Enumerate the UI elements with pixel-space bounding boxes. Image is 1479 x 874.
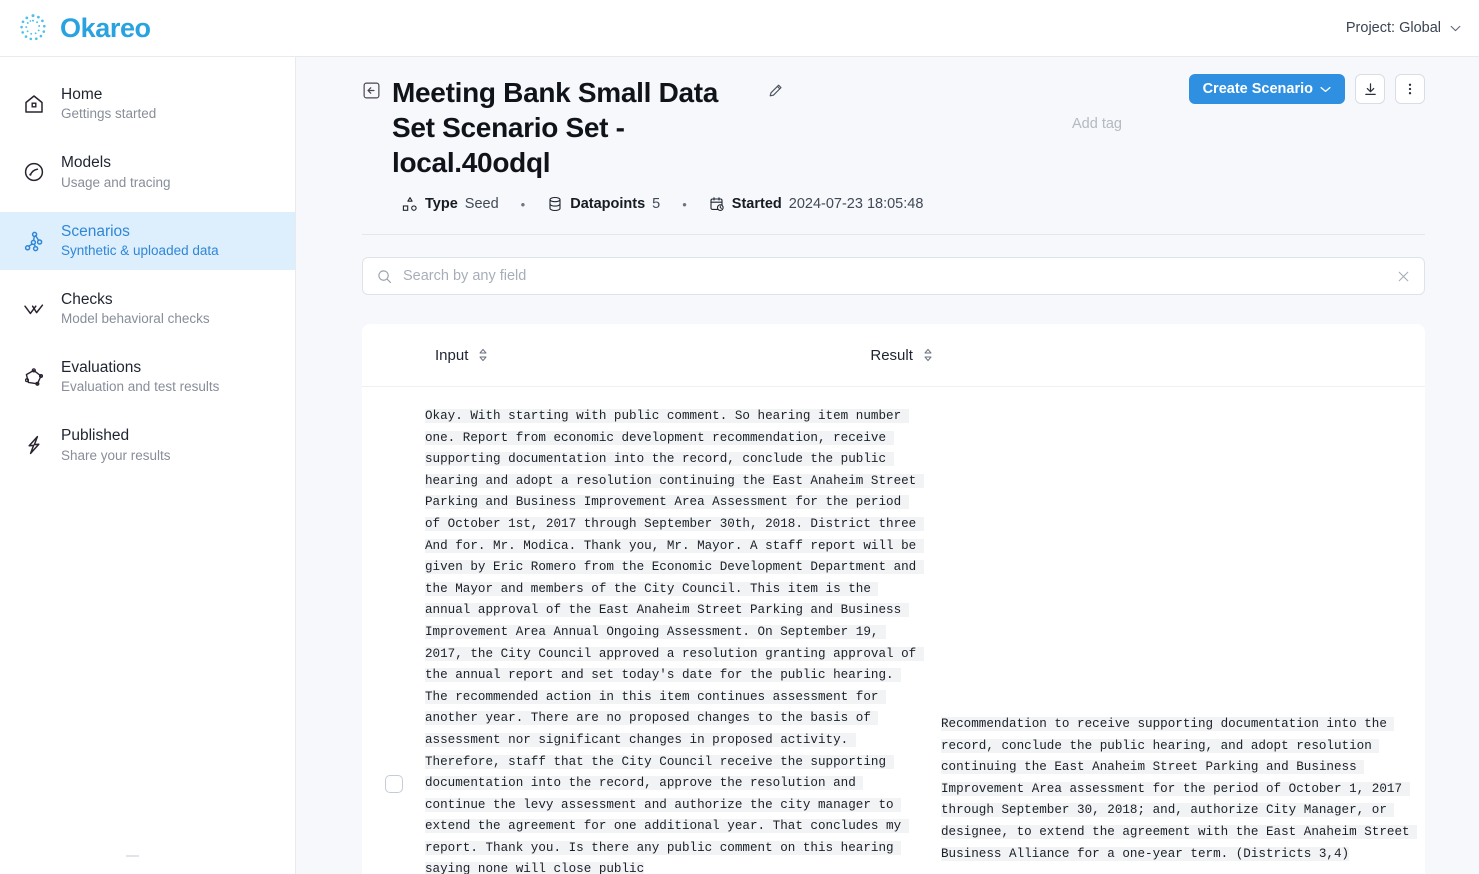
- search-icon: [378, 269, 392, 283]
- sidebar-item-checks-label: Checks: [61, 290, 113, 308]
- sidebar-item-scenarios[interactable]: Scenarios Synthetic & uploaded data: [0, 211, 295, 270]
- sidebar-item-evaluations[interactable]: Evaluations Evaluation and test results: [0, 348, 295, 406]
- column-header-input-label: Input: [435, 346, 469, 364]
- more-options-button[interactable]: [1395, 74, 1425, 104]
- cell-input-text: Okay. With starting with public comment.…: [425, 409, 924, 874]
- meta-separator: •: [520, 196, 526, 212]
- sidebar-item-published-sublabel: Share your results: [61, 447, 171, 463]
- collapse-left-icon: [363, 82, 380, 99]
- sidebar-item-checks-sublabel: Model behavioral checks: [61, 311, 210, 327]
- sidebar-item-scenarios-sublabel: Synthetic & uploaded data: [61, 242, 219, 258]
- meta-type-key: Type: [425, 196, 458, 212]
- sidebar-item-evaluations-label: Evaluations: [61, 359, 142, 376]
- search-section: [296, 235, 1479, 295]
- meta-type-value: Seed: [464, 196, 499, 212]
- chevron-down-icon: [1450, 25, 1461, 31]
- sort-updown-icon: [479, 348, 487, 362]
- column-header-input[interactable]: Input: [435, 347, 488, 364]
- sidebar-item-models-sublabel: Usage and tracing: [61, 174, 171, 190]
- search-input[interactable]: [403, 268, 1397, 284]
- double-check-icon: [24, 304, 44, 315]
- sidebar-item-checks[interactable]: Checks Model behavioral checks: [0, 280, 295, 338]
- meta-started: Started 2024-07-23 18:05:48: [709, 196, 924, 212]
- create-scenario-button[interactable]: Create Scenario: [1188, 74, 1345, 104]
- meta-datapoints-value: 5: [652, 196, 661, 212]
- cell-result-text: Recommendation to receive supporting doc…: [941, 717, 1418, 861]
- cell-input: Okay. With starting with public comment.…: [425, 401, 924, 874]
- meta-started-key: Started: [731, 196, 782, 212]
- collapse-sidebar-button[interactable]: [363, 82, 380, 99]
- sort-updown-icon: [924, 348, 932, 362]
- sidebar-item-home-label: Home: [61, 86, 103, 103]
- okareo-dot-ring-logo-icon: [20, 14, 46, 41]
- download-icon: [1364, 82, 1376, 95]
- column-header-result[interactable]: Result: [870, 347, 933, 364]
- page-title: Meeting Bank Small Data Set Scenario Set…: [392, 77, 719, 178]
- calendar-clock-icon: [710, 197, 724, 211]
- brand-logo[interactable]: Okareo: [16, 11, 151, 45]
- app-root: Okareo Project: Global Home Gettings sta…: [0, 0, 1479, 874]
- search-box[interactable]: [362, 257, 1425, 295]
- column-header-result-label: Result: [870, 346, 913, 364]
- scenarios-graph-icon: [24, 231, 43, 251]
- sidebar-item-published-label: Published: [61, 427, 130, 445]
- sidebar-item-home-sublabel: Gettings started: [61, 106, 157, 122]
- main-content: Create Scenario Meeting Bank Small Data …: [296, 57, 1479, 874]
- project-selector[interactable]: Project: Global: [1346, 20, 1461, 36]
- header-actions: Create Scenario: [1188, 74, 1425, 104]
- more-vertical-icon: [1408, 83, 1412, 95]
- sidebar-item-models[interactable]: Models Usage and tracing: [0, 143, 295, 201]
- meta-type: Type Seed: [402, 196, 499, 212]
- sidebar-item-models-label: Models: [61, 154, 111, 172]
- scenario-meta: Type Seed • Datapoints 5 • Started 2024-…: [402, 196, 1425, 212]
- type-shapes-icon: [402, 197, 417, 211]
- sidebar-item-evaluations-sublabel: Evaluation and test results: [61, 379, 220, 395]
- datapoints-table-card: Input Result Okay. With starting with pu…: [362, 324, 1425, 874]
- lightning-icon: [28, 436, 40, 455]
- cell-result: Recommendation to receive supporting doc…: [941, 401, 1441, 874]
- sidebar: Home Gettings started Models Usage and t…: [0, 57, 296, 874]
- column-gap: [923, 401, 941, 874]
- database-icon: [549, 196, 561, 212]
- close-x-icon[interactable]: [1397, 270, 1410, 283]
- meta-datapoints: Datapoints 5: [547, 196, 660, 212]
- sidebar-item-home[interactable]: Home Gettings started: [0, 75, 295, 133]
- download-button[interactable]: [1355, 74, 1385, 104]
- sidebar-item-published[interactable]: Published Share your results: [0, 416, 295, 474]
- table-header-row: Input Result: [362, 324, 1425, 387]
- create-scenario-label: Create Scenario: [1202, 81, 1313, 97]
- table-row: Okay. With starting with public comment.…: [362, 387, 1425, 874]
- top-bar: Okareo Project: Global: [0, 0, 1479, 57]
- evaluations-node-icon: [24, 368, 44, 386]
- add-tag-button[interactable]: Add tag: [1072, 116, 1122, 132]
- meta-datapoints-key: Datapoints: [570, 196, 646, 212]
- chevron-down-icon: [1320, 86, 1331, 92]
- meta-separator: •: [682, 196, 687, 212]
- meta-started-value: 2024-07-23 18:05:48: [788, 196, 924, 212]
- edit-pencil-icon[interactable]: [768, 82, 784, 98]
- sidebar-item-scenarios-label: Scenarios: [61, 222, 130, 240]
- render-artifact-a: [126, 855, 139, 857]
- home-icon: [25, 95, 43, 113]
- project-selector-label: Project: Global: [1345, 20, 1441, 36]
- row-select-checkbox[interactable]: [384, 775, 403, 793]
- brand-name: Okareo: [60, 12, 151, 43]
- gauge-icon: [24, 163, 44, 182]
- row-select-cell: [362, 401, 425, 874]
